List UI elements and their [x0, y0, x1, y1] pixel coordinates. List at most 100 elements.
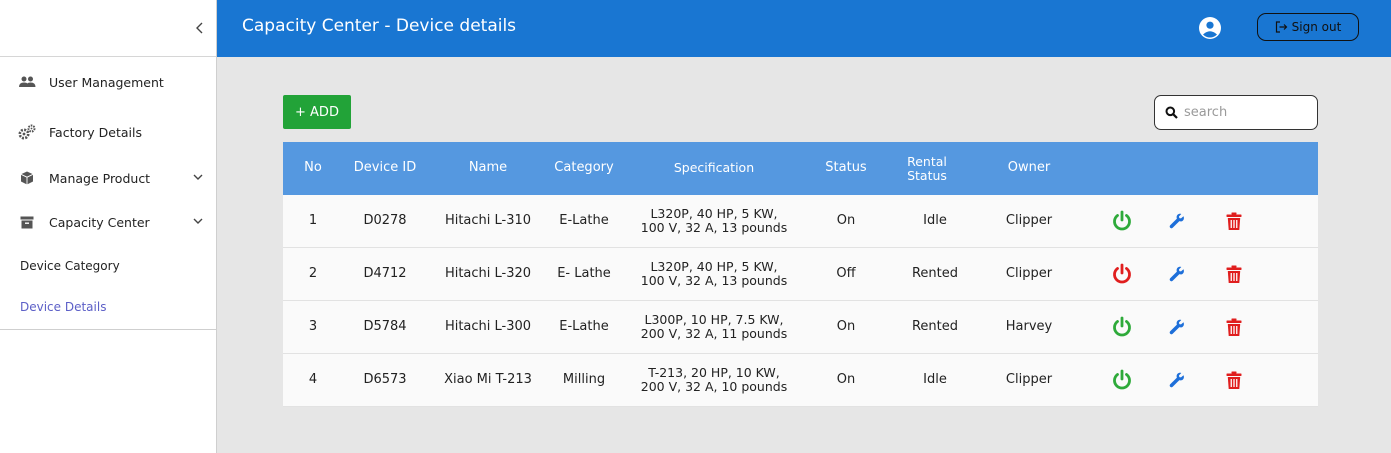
column-header-owner: Owner — [1007, 160, 1051, 176]
spec-line-1: T-213, 20 HP, 10 KW, — [648, 364, 780, 380]
sign-out-button[interactable]: Sign out — [1257, 13, 1359, 41]
cell-rental-status: Idle — [923, 371, 947, 387]
trash-icon — [1226, 265, 1242, 283]
cell-rental-status: Rented — [911, 265, 959, 281]
table-row: 4 D6573 Xiao Mi T-213 Milling T-213, 20 … — [283, 354, 1318, 407]
power-toggle-button[interactable] — [1111, 210, 1133, 232]
delete-device-button[interactable] — [1223, 369, 1245, 391]
user-avatar-icon[interactable] — [1198, 16, 1222, 40]
cell-owner: Clipper — [1005, 265, 1053, 281]
add-device-button[interactable]: + ADD — [283, 95, 351, 129]
column-header-specification: Specification — [673, 160, 755, 176]
device-table: No Device ID Name Category Specification… — [283, 142, 1318, 407]
cell-owner: Harvey — [1005, 318, 1053, 334]
sidebar-item-capacity-center[interactable]: Capacity Center — [0, 199, 216, 245]
cell-status: On — [836, 371, 856, 387]
cell-name: Xiao Mi T-213 — [444, 371, 532, 387]
wrench-icon — [1169, 213, 1184, 229]
power-toggle-button[interactable] — [1111, 263, 1133, 285]
trash-icon — [1226, 318, 1242, 336]
row-actions — [1071, 263, 1318, 285]
power-icon — [1113, 316, 1131, 337]
table-row: 1 D0278 Hitachi L-310 E-Lathe L320P, 40 … — [283, 195, 1318, 248]
column-header-status: Status — [825, 160, 867, 176]
search-icon — [1165, 106, 1178, 119]
cell-category: E-Lathe — [559, 318, 609, 334]
row-actions — [1071, 316, 1318, 338]
cell-no: 1 — [308, 212, 318, 228]
cell-device-id: D0278 — [363, 212, 407, 228]
page-title: Capacity Center - Device details — [242, 16, 517, 36]
cell-rental-status: Idle — [923, 212, 947, 228]
cell-specification: L320P, 40 HP, 5 KW, 100 V, 32 A, 13 poun… — [619, 205, 809, 236]
cell-name: Hitachi L-320 — [444, 265, 532, 281]
cell-name: Hitachi L-310 — [444, 212, 532, 228]
cell-device-id: D5784 — [363, 318, 407, 334]
table-body: 1 D0278 Hitachi L-310 E-Lathe L320P, 40 … — [283, 195, 1318, 407]
cell-no: 3 — [308, 318, 318, 334]
column-header-no: No — [304, 160, 322, 176]
edit-device-button[interactable] — [1166, 263, 1188, 285]
sidebar: User Management Factory Details Manage P… — [0, 0, 217, 453]
spec-line-2: 100 V, 32 A, 13 pounds — [640, 220, 788, 235]
spec-line-1: L320P, 40 HP, 5 KW, — [650, 258, 778, 274]
sidebar-subitem-device-details[interactable]: Device Details — [0, 286, 216, 327]
cell-category: E-Lathe — [559, 212, 609, 228]
cell-rental-status: Rented — [911, 318, 959, 334]
trash-icon — [1226, 371, 1242, 389]
cell-specification: T-213, 20 HP, 10 KW, 200 V, 32 A, 10 pou… — [619, 364, 809, 395]
sidebar-item-label: Manage Product — [49, 170, 151, 186]
sidebar-menu: User Management Factory Details Manage P… — [0, 59, 216, 330]
chevron-down-icon[interactable] — [192, 171, 204, 183]
delete-device-button[interactable] — [1223, 263, 1245, 285]
sidebar-item-user-management[interactable]: User Management — [0, 59, 216, 105]
chevron-left-icon — [196, 22, 203, 34]
cell-no: 2 — [308, 265, 318, 281]
sidebar-item-manage-product[interactable]: Manage Product — [0, 155, 216, 201]
cell-category: Milling — [562, 371, 606, 387]
power-icon — [1113, 263, 1131, 284]
column-header-name: Name — [468, 160, 508, 176]
spec-line-1: L300P, 10 HP, 7.5 KW, — [644, 311, 784, 327]
column-header-rental-status: Rental Status — [907, 154, 947, 183]
power-toggle-button[interactable] — [1111, 316, 1133, 338]
search-input[interactable] — [1184, 105, 1304, 120]
cell-status: On — [836, 318, 856, 334]
search-box — [1154, 95, 1318, 130]
sidebar-subitem-device-category[interactable]: Device Category — [0, 245, 216, 286]
edit-device-button[interactable] — [1166, 210, 1188, 232]
spec-line-2: 200 V, 32 A, 11 pounds — [640, 326, 788, 341]
wrench-icon — [1169, 372, 1184, 388]
wrench-icon — [1169, 319, 1184, 335]
cell-no: 4 — [308, 371, 318, 387]
sign-out-icon — [1275, 21, 1288, 33]
archive-icon — [18, 214, 36, 230]
sidebar-item-label: Factory Details — [49, 124, 142, 140]
cell-category: E- Lathe — [557, 265, 611, 281]
power-toggle-button[interactable] — [1111, 369, 1133, 391]
wrench-icon — [1169, 266, 1184, 282]
sidebar-item-label: Capacity Center — [49, 214, 150, 230]
table-header: No Device ID Name Category Specification… — [283, 142, 1318, 195]
spec-line-2: 100 V, 32 A, 13 pounds — [640, 273, 788, 288]
cell-device-id: D6573 — [363, 371, 407, 387]
spec-line-1: L320P, 40 HP, 5 KW, — [650, 205, 778, 221]
row-actions — [1071, 210, 1318, 232]
collapse-sidebar-button[interactable] — [192, 18, 208, 38]
sidebar-header — [0, 0, 216, 57]
cell-specification: L320P, 40 HP, 5 KW, 100 V, 32 A, 13 poun… — [619, 258, 809, 289]
delete-device-button[interactable] — [1223, 210, 1245, 232]
edit-device-button[interactable] — [1166, 369, 1188, 391]
gears-icon — [18, 124, 36, 140]
sidebar-item-factory-details[interactable]: Factory Details — [0, 109, 216, 155]
chevron-down-icon[interactable] — [192, 215, 204, 227]
box-icon — [18, 170, 36, 186]
delete-device-button[interactable] — [1223, 316, 1245, 338]
power-icon — [1113, 210, 1131, 231]
top-bar: Capacity Center - Device details Sign ou… — [217, 0, 1391, 57]
trash-icon — [1226, 212, 1242, 230]
column-header-category: Category — [554, 160, 614, 176]
cell-name: Hitachi L-300 — [444, 318, 532, 334]
edit-device-button[interactable] — [1166, 316, 1188, 338]
sidebar-item-label: User Management — [49, 74, 164, 90]
